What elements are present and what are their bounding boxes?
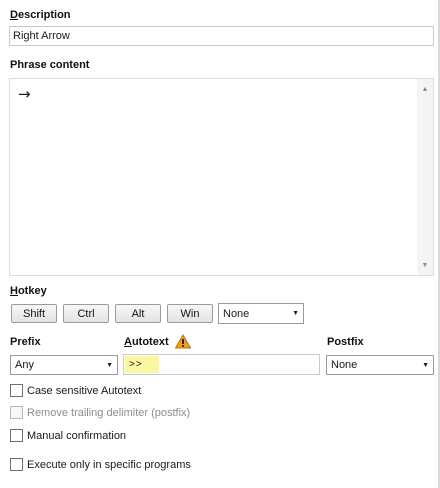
win-button[interactable]: Win (167, 304, 213, 323)
description-label-access-key: D (10, 9, 18, 21)
postfix-select[interactable]: None ▼ (326, 355, 434, 375)
prefix-value: Any (15, 359, 34, 371)
postfix-label: Postfix (327, 336, 364, 348)
execute-only-checkbox[interactable] (10, 458, 23, 471)
hotkey-label: Hotkey (10, 285, 47, 297)
autotext-value: >> (125, 356, 159, 373)
chevron-down-icon: ▼ (106, 361, 113, 369)
description-input-value: Right Arrow (13, 30, 70, 42)
autotext-input[interactable]: >> (123, 354, 320, 375)
execute-only-label: Execute only in specific programs (27, 458, 191, 471)
remove-trailing-option: Remove trailing delimiter (postfix) (10, 406, 190, 419)
case-sensitive-checkbox[interactable] (10, 384, 23, 397)
autotext-label-text: utotext (131, 336, 169, 348)
ctrl-button[interactable]: Ctrl (63, 304, 109, 323)
manual-confirmation-option[interactable]: Manual confirmation (10, 429, 126, 442)
hotkey-label-access-key: H (10, 285, 18, 297)
remove-trailing-checkbox (10, 406, 23, 419)
prefix-label: Prefix (10, 336, 41, 348)
phrase-content-label: Phrase content (10, 59, 90, 71)
shift-button[interactable]: Shift (11, 304, 57, 323)
prefix-select[interactable]: Any ▼ (10, 355, 118, 375)
scroll-up-icon[interactable]: ▲ (417, 81, 433, 97)
remove-trailing-label: Remove trailing delimiter (postfix) (27, 406, 191, 419)
case-sensitive-label: Case sensitive Autotext (27, 384, 142, 397)
phrase-content-text: → (18, 85, 31, 103)
phrase-content-editor[interactable]: → ▲ ▼ (9, 78, 434, 276)
description-label: Description (10, 9, 71, 21)
alt-button[interactable]: Alt (115, 304, 161, 323)
case-sensitive-option[interactable]: Case sensitive Autotext (10, 384, 141, 397)
hotkey-key-select[interactable]: None ▼ (218, 303, 304, 324)
hotkey-label-text: otkey (17, 285, 47, 297)
manual-confirmation-label: Manual confirmation (27, 429, 127, 442)
warning-icon (175, 334, 191, 349)
execute-only-option[interactable]: Execute only in specific programs (10, 458, 191, 471)
chevron-down-icon: ▼ (422, 361, 429, 369)
scroll-down-icon[interactable]: ▼ (417, 257, 433, 273)
manual-confirmation-checkbox[interactable] (10, 429, 23, 442)
description-input[interactable]: Right Arrow (9, 26, 434, 46)
description-label-text: escription (17, 9, 71, 21)
hotkey-key-value: None (223, 307, 250, 320)
phrase-scrollbar[interactable]: ▲ ▼ (417, 79, 433, 275)
autotext-label: Autotext (124, 336, 169, 348)
postfix-value: None (331, 359, 358, 371)
chevron-down-icon: ▼ (292, 310, 299, 317)
autotext-label-access-key: A (124, 336, 132, 348)
